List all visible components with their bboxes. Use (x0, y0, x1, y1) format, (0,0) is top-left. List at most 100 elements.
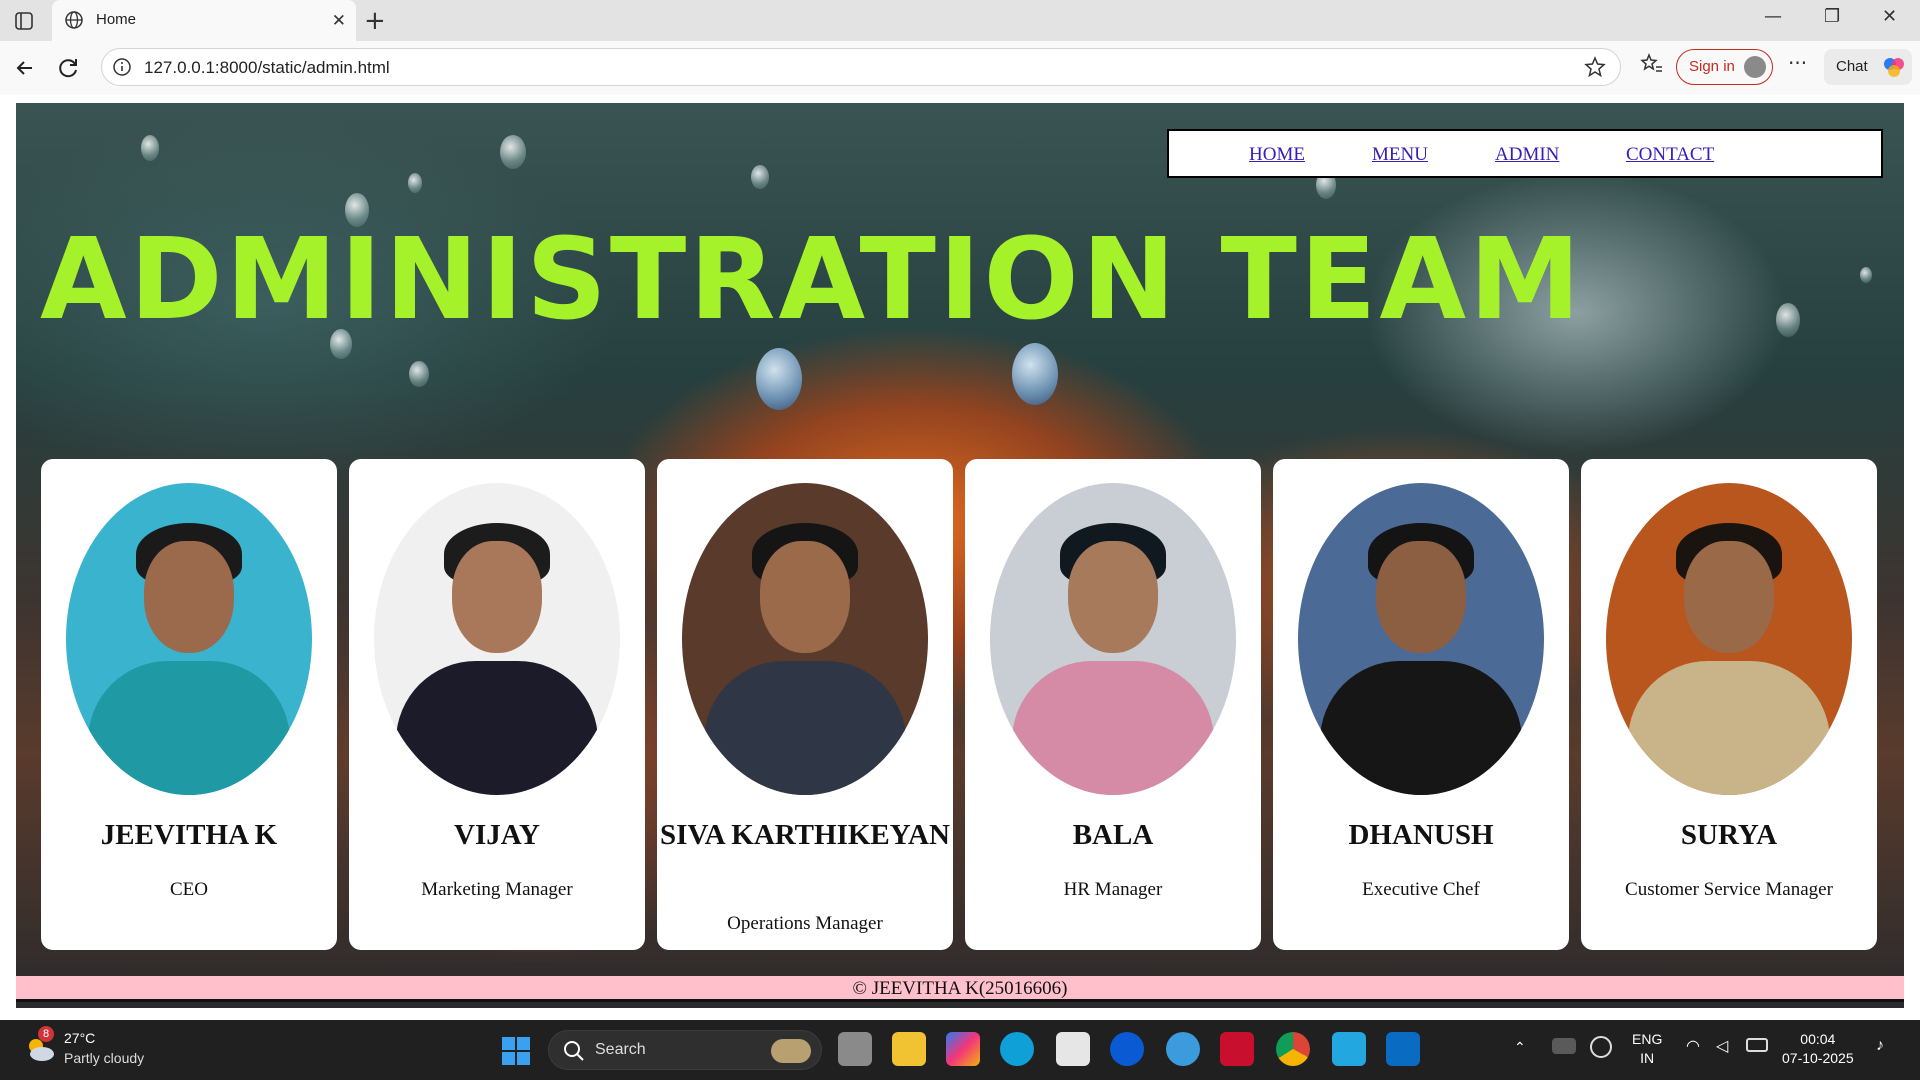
page-viewport: HOME MENU ADMIN CONTACT ADMINISTRATION T… (0, 95, 1920, 1020)
favorite-star-icon[interactable] (1584, 56, 1606, 82)
task-view-icon[interactable] (838, 1032, 872, 1066)
python-icon[interactable] (1166, 1032, 1200, 1066)
raindrop-decoration (409, 361, 429, 387)
raindrop-decoration (1860, 267, 1872, 283)
member-role: Operations Manager (727, 913, 883, 934)
vscode-icon[interactable] (1386, 1032, 1420, 1066)
wifi-icon[interactable]: ◠ (1686, 1037, 1700, 1056)
member-name: BALA (1072, 819, 1154, 851)
sign-in-button[interactable]: Sign in (1676, 49, 1773, 85)
member-role: Customer Service Manager (1625, 879, 1833, 900)
notepad-icon[interactable] (1332, 1032, 1366, 1066)
new-tab-icon[interactable]: + (364, 6, 386, 36)
member-photo (374, 483, 620, 795)
team-card: SIVA KARTHIKEYAN Operations Manager (657, 459, 953, 950)
tab-close-icon[interactable]: ✕ (332, 11, 346, 31)
microsoft-store-icon[interactable] (1056, 1032, 1090, 1066)
language-code: ENG (1632, 1031, 1663, 1047)
tab-title: Home (96, 11, 137, 28)
team-card: SURYA Customer Service Manager (1581, 459, 1877, 950)
clock-time: 00:04 (1800, 1031, 1836, 1047)
member-name: VIJAY (454, 819, 540, 851)
page-title: ADMINISTRATION TEAM (40, 215, 1584, 345)
team-card: VIJAY Marketing Manager (349, 459, 645, 950)
chat-button[interactable]: Chat (1824, 49, 1912, 85)
member-role: HR Manager (1063, 879, 1163, 900)
browser-toolbar: 127.0.0.1:8000/static/admin.html Sign in… (0, 41, 1920, 95)
footer-copyright: © JEEVITHA K(25016606) (852, 978, 1068, 999)
search-label: Search (595, 1041, 646, 1058)
clock[interactable]: 00:04 07-10-2025 (1782, 1030, 1854, 1068)
raindrop-decoration (408, 173, 422, 193)
weather-badge: 8 (38, 1026, 54, 1042)
raindrop-decoration (751, 165, 769, 189)
show-hidden-icons-icon[interactable]: ⌃ (1514, 1038, 1526, 1057)
tab-actions-icon[interactable] (12, 9, 36, 33)
copilot-app-icon[interactable] (946, 1032, 980, 1066)
search-icon (564, 1041, 584, 1061)
taskbar-search[interactable]: Search (548, 1030, 822, 1070)
region-code: IN (1640, 1050, 1655, 1066)
member-role: Executive Chef (1362, 879, 1480, 900)
browser-tab-bar: Home ✕ + — ❐ ✕ (0, 0, 1920, 41)
nav-link-home[interactable]: HOME (1249, 144, 1305, 166)
url-text[interactable]: 127.0.0.1:8000/static/admin.html (144, 58, 390, 78)
member-photo (990, 483, 1236, 795)
raindrop-decoration (141, 135, 159, 161)
member-name: SIVA KARTHIKEYAN (660, 819, 950, 851)
team-card: JEEVITHA K CEO (41, 459, 337, 950)
notification-bell-icon[interactable]: ♪ (1876, 1036, 1884, 1055)
back-icon[interactable] (10, 53, 40, 83)
team-card: DHANUSH Executive Chef (1273, 459, 1569, 950)
hp-app-icon[interactable] (1110, 1032, 1144, 1066)
more-options-icon[interactable]: ··· (1788, 51, 1807, 75)
crab-eye-decoration (756, 348, 802, 410)
member-role: Marketing Manager (421, 879, 573, 900)
close-window-icon[interactable]: ✕ (1882, 6, 1897, 27)
hero-background: HOME MENU ADMIN CONTACT ADMINISTRATION T… (16, 103, 1904, 1008)
crab-eye-decoration (1012, 343, 1058, 405)
profile-avatar-icon (1744, 56, 1766, 78)
restore-icon[interactable]: ❐ (1824, 6, 1840, 27)
battery-icon[interactable] (1746, 1038, 1768, 1052)
chrome-icon[interactable] (1276, 1032, 1310, 1066)
member-name: DHANUSH (1348, 819, 1494, 851)
nav-link-admin[interactable]: ADMIN (1495, 144, 1559, 166)
search-highlight-icon (771, 1039, 811, 1063)
chat-label: Chat (1836, 58, 1868, 75)
site-info-icon[interactable] (112, 57, 132, 81)
member-photo (1298, 483, 1544, 795)
top-nav: HOME MENU ADMIN CONTACT (1167, 129, 1883, 178)
mcafee-icon[interactable] (1220, 1032, 1254, 1066)
member-name: JEEVITHA K (100, 819, 278, 851)
clock-date: 07-10-2025 (1782, 1050, 1854, 1066)
language-indicator[interactable]: ENG IN (1632, 1030, 1662, 1068)
page-footer: © JEEVITHA K(25016606) (16, 976, 1904, 1002)
member-photo (66, 483, 312, 795)
minimize-icon[interactable]: — (1764, 6, 1782, 27)
refresh-icon[interactable] (54, 53, 84, 83)
member-photo (682, 483, 928, 795)
nav-link-menu[interactable]: MENU (1372, 144, 1428, 166)
globe-icon (64, 10, 84, 34)
nav-link-contact[interactable]: CONTACT (1626, 144, 1714, 166)
edge-browser-icon[interactable] (1000, 1032, 1034, 1066)
raindrop-decoration (1776, 303, 1800, 337)
windows-taskbar: 8 27°C Partly cloudy Search ⌃ ENG IN ◠ ◁… (0, 1020, 1920, 1080)
update-icon[interactable] (1590, 1036, 1612, 1058)
address-bar[interactable]: 127.0.0.1:8000/static/admin.html (101, 48, 1621, 86)
sign-in-label: Sign in (1689, 58, 1735, 75)
weather-temp: 27°C (64, 1030, 96, 1046)
browser-tab-home[interactable]: Home ✕ (52, 0, 356, 41)
member-role: CEO (170, 879, 208, 900)
team-card: BALA HR Manager (965, 459, 1261, 950)
file-explorer-icon[interactable] (892, 1032, 926, 1066)
raindrop-decoration (500, 135, 526, 169)
favorites-icon[interactable] (1638, 51, 1664, 81)
volume-icon[interactable]: ◁ (1716, 1037, 1728, 1056)
member-photo (1606, 483, 1852, 795)
copilot-icon (1882, 55, 1906, 83)
windows-start-icon[interactable] (502, 1037, 530, 1069)
weather-condition: Partly cloudy (64, 1050, 145, 1066)
cloud-sync-icon[interactable] (1552, 1038, 1576, 1054)
